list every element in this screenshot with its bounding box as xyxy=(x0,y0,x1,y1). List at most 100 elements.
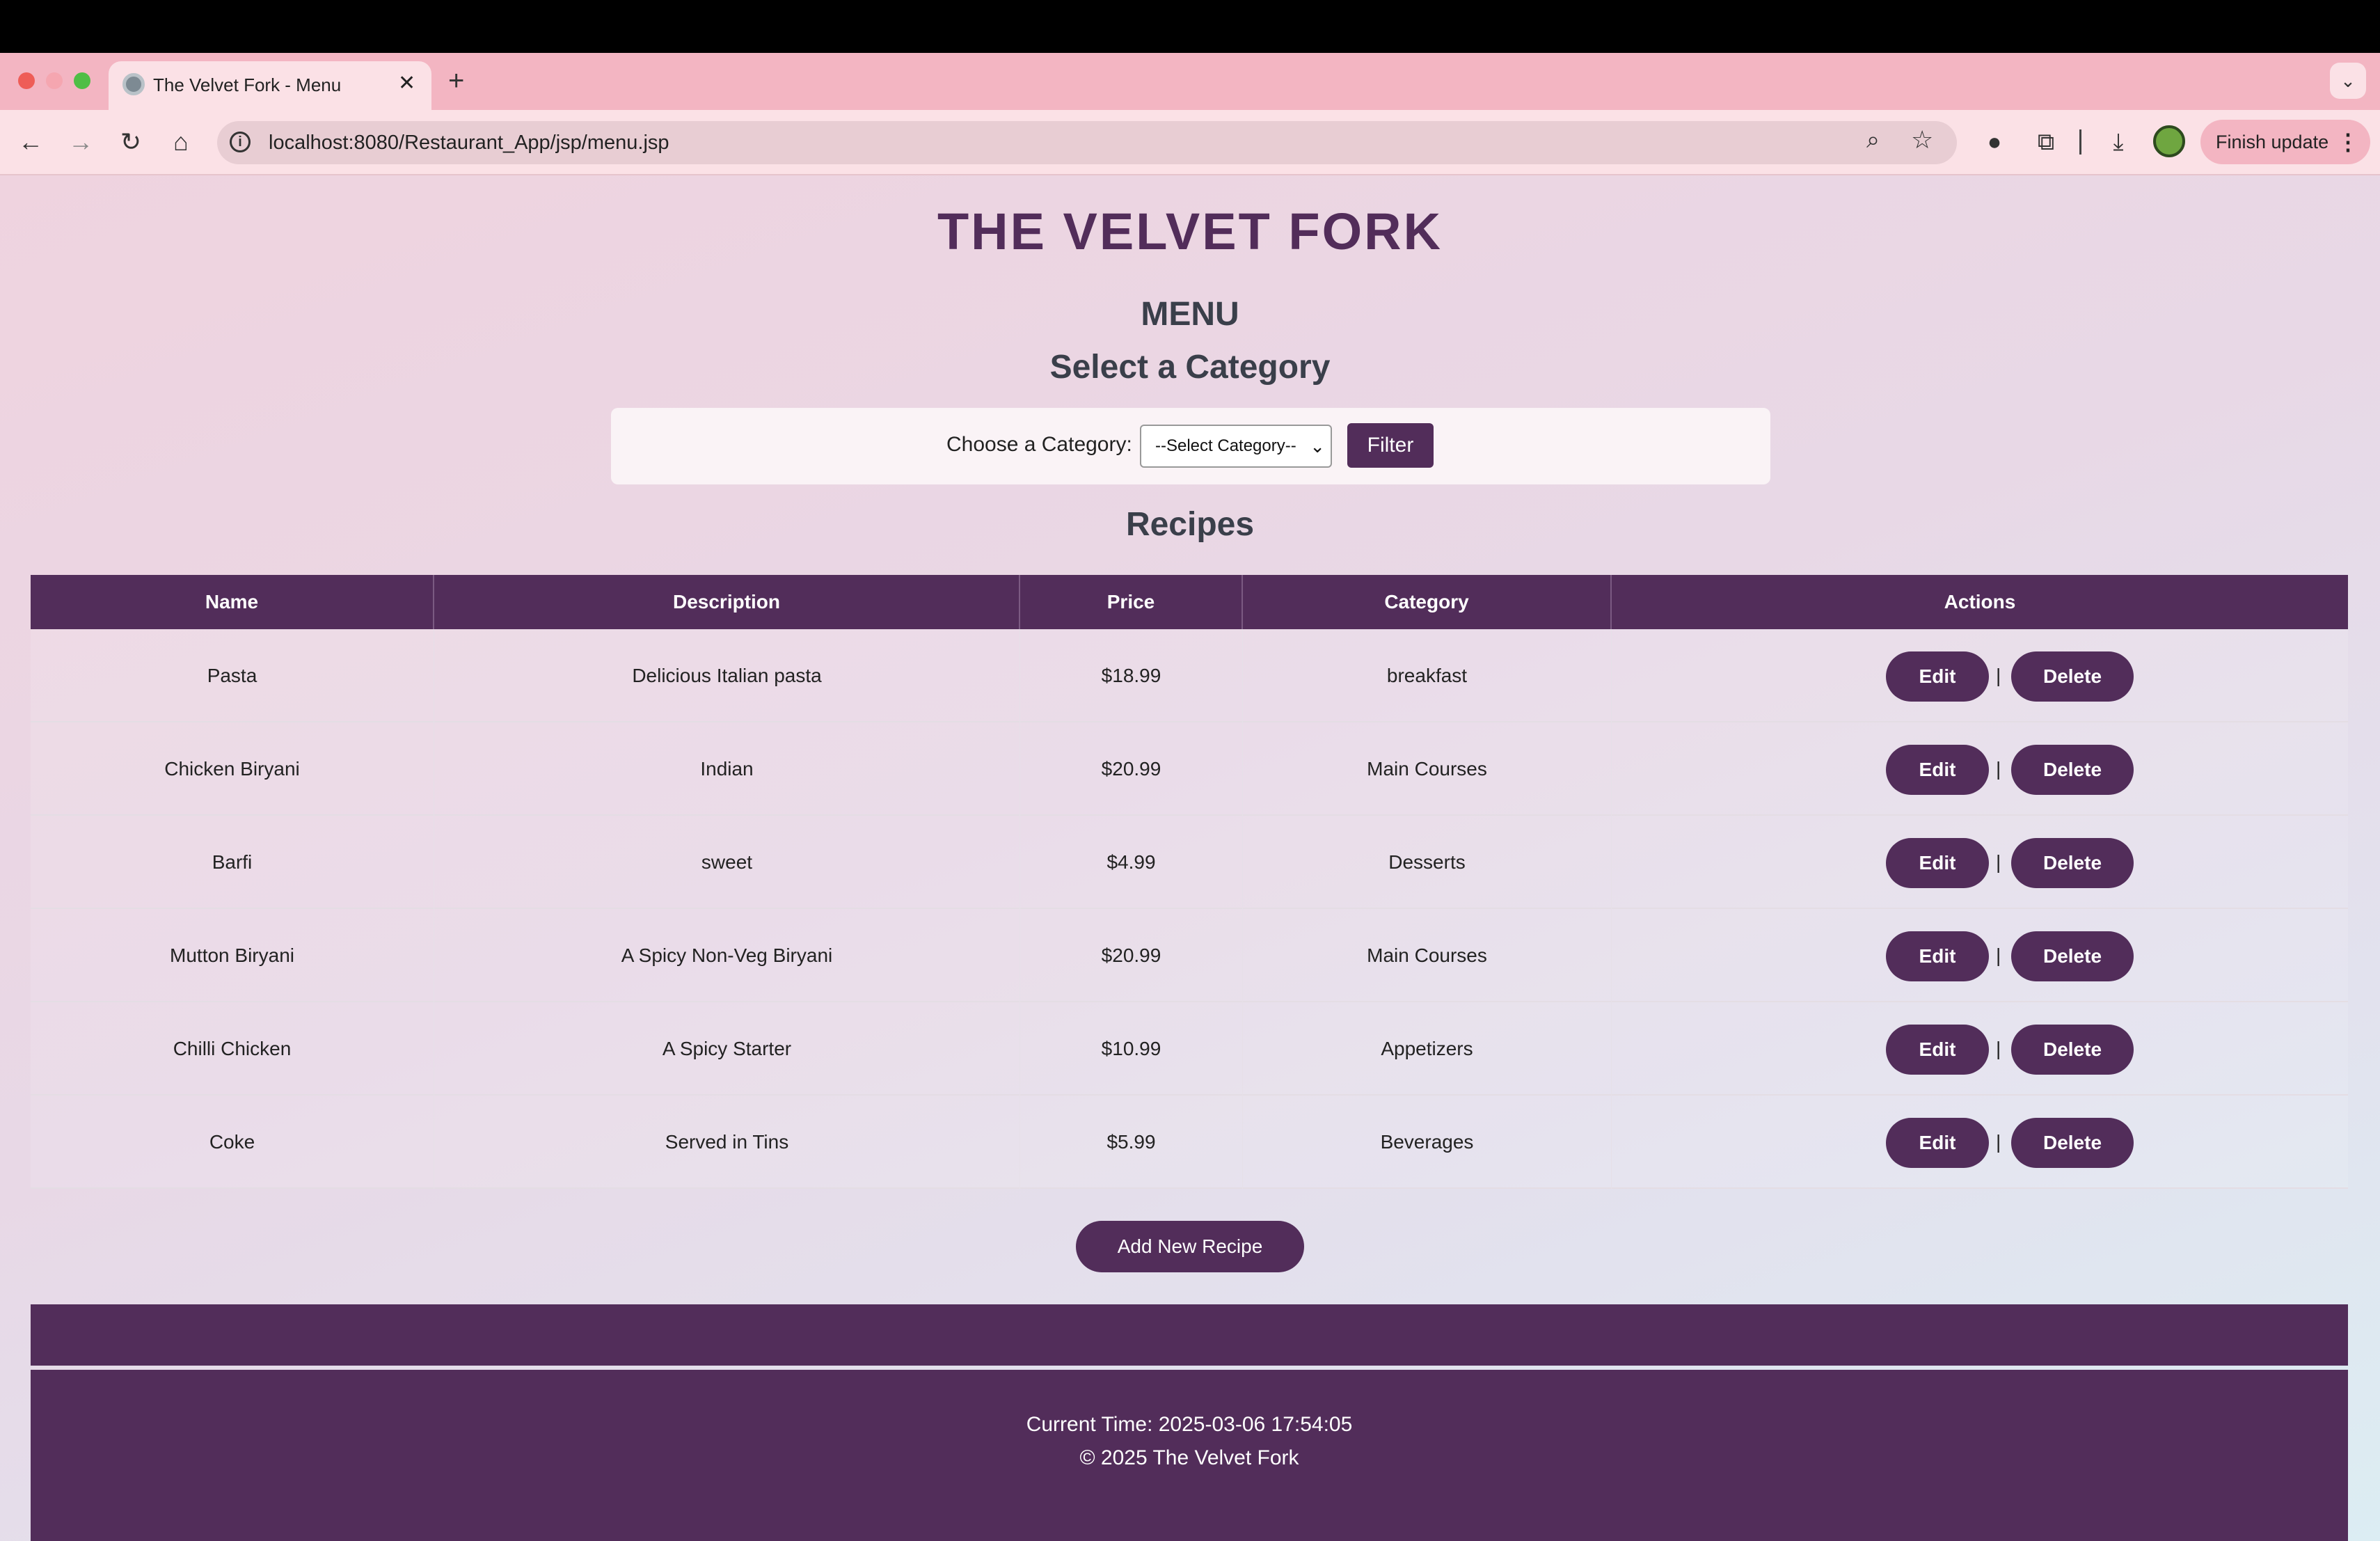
category-select[interactable]: --Select Category-- ⌄ xyxy=(1140,425,1332,468)
recipe-description: A Spicy Non-Veg Biryani xyxy=(434,909,1020,1002)
finish-update-button[interactable]: Finish update ⋮ xyxy=(2200,120,2370,164)
recipe-actions: Edit | Delete xyxy=(1612,909,2348,1002)
select-category-heading: Select a Category xyxy=(1049,349,1331,386)
recipe-price: $20.99 xyxy=(1020,722,1243,816)
recipe-name: Pasta xyxy=(31,629,434,722)
chevron-down-icon: ⌄ xyxy=(1310,436,1325,457)
recipe-price: $4.99 xyxy=(1020,816,1243,909)
menu-heading: MENU xyxy=(1141,296,1239,333)
table-row: Mutton Biryani A Spicy Non-Veg Biryani $… xyxy=(31,909,2348,1002)
filter-button[interactable]: Filter xyxy=(1347,423,1434,468)
copyright: © 2025 The Velvet Fork xyxy=(1079,1446,1299,1469)
recipe-description: Indian xyxy=(434,722,1020,816)
recipe-category: Desserts xyxy=(1243,816,1612,909)
recipe-price: $5.99 xyxy=(1020,1096,1243,1189)
site-info-icon[interactable]: i xyxy=(230,132,251,152)
table-row: Coke Served in Tins $5.99 Beverages Edit… xyxy=(31,1096,2348,1189)
edit-button[interactable]: Edit xyxy=(1886,1025,1989,1075)
tab-search-chevron-icon[interactable]: ⌄ xyxy=(2330,63,2366,99)
download-icon[interactable]: ⤓ xyxy=(2100,124,2136,160)
action-separator: | xyxy=(1996,665,2001,686)
recipe-name: Chicken Biryani xyxy=(31,722,434,816)
forward-arrow-icon[interactable]: → xyxy=(63,124,99,160)
delete-button[interactable]: Delete xyxy=(2011,651,2134,702)
column-header-price: Price xyxy=(1020,575,1243,629)
tab-title: The Velvet Fork - Menu xyxy=(153,74,342,95)
category-select-value: --Select Category-- xyxy=(1155,436,1296,455)
recipe-name: Barfi xyxy=(31,816,434,909)
recipes-table: Name Description Price Category Actions … xyxy=(31,575,2348,1189)
url-text[interactable]: localhost:8080/Restaurant_App/jsp/menu.j… xyxy=(269,132,669,155)
table-row: Barfi sweet $4.99 Desserts Edit | Delete xyxy=(31,816,2348,909)
recipe-description: Delicious Italian pasta xyxy=(434,629,1020,722)
kebab-menu-icon: ⋮ xyxy=(2337,129,2359,155)
table-header-row: Name Description Price Category Actions xyxy=(31,575,2348,629)
footer: Current Time: 2025-03-06 17:54:05 © 2025… xyxy=(31,1370,2348,1541)
current-time: Current Time: 2025-03-06 17:54:05 xyxy=(1026,1413,1353,1436)
recipe-category: Main Courses xyxy=(1243,909,1612,1002)
action-separator: | xyxy=(1996,758,2001,780)
page-content: THE VELVET FORK MENU Select a Category C… xyxy=(0,175,2380,1541)
recipe-description: sweet xyxy=(434,816,1020,909)
recipe-actions: Edit | Delete xyxy=(1612,816,2348,909)
recipe-category: Beverages xyxy=(1243,1096,1612,1189)
tab-close-icon[interactable]: ✕ xyxy=(398,71,415,96)
delete-button[interactable]: Delete xyxy=(2011,745,2134,795)
toolbar-separator xyxy=(2079,129,2081,155)
column-header-category: Category xyxy=(1243,575,1612,629)
edit-button[interactable]: Edit xyxy=(1886,651,1989,702)
recipe-category: Appetizers xyxy=(1243,1002,1612,1096)
back-arrow-icon[interactable]: ← xyxy=(13,124,49,160)
action-separator: | xyxy=(1996,945,2001,966)
recipe-category: breakfast xyxy=(1243,629,1612,722)
edit-button[interactable]: Edit xyxy=(1886,931,1989,981)
site-title: THE VELVET FORK xyxy=(937,203,1443,260)
menu-bar-area xyxy=(0,0,2380,53)
zoom-icon[interactable]: ⌕ xyxy=(1866,127,1880,154)
delete-button[interactable]: Delete xyxy=(2011,1118,2134,1168)
recipe-description: Served in Tins xyxy=(434,1096,1020,1189)
recipe-price: $20.99 xyxy=(1020,909,1243,1002)
cookie-extension-icon[interactable]: ● xyxy=(1976,124,2013,160)
close-window-button[interactable] xyxy=(18,72,35,89)
category-label: Choose a Category: xyxy=(946,433,1132,456)
recipe-actions: Edit | Delete xyxy=(1612,1002,2348,1096)
recipe-price: $10.99 xyxy=(1020,1002,1243,1096)
recipe-name: Chilli Chicken xyxy=(31,1002,434,1096)
address-bar[interactable]: i localhost:8080/Restaurant_App/jsp/menu… xyxy=(217,121,1957,164)
footer-band xyxy=(31,1304,2348,1366)
minimize-window-button[interactable] xyxy=(46,72,63,89)
delete-button[interactable]: Delete xyxy=(2011,1025,2134,1075)
recipe-actions: Edit | Delete xyxy=(1612,722,2348,816)
table-row: Chilli Chicken A Spicy Starter $10.99 Ap… xyxy=(31,1002,2348,1096)
recipe-category: Main Courses xyxy=(1243,722,1612,816)
recipe-name: Mutton Biryani xyxy=(31,909,434,1002)
home-icon[interactable]: ⌂ xyxy=(163,124,199,160)
add-new-recipe-button[interactable]: Add New Recipe xyxy=(1076,1221,1304,1272)
globe-icon xyxy=(122,73,145,95)
profile-avatar[interactable] xyxy=(2153,125,2185,157)
new-tab-button[interactable]: + xyxy=(448,61,464,100)
extensions-puzzle-icon[interactable]: ⧉ xyxy=(2028,124,2064,160)
tab-velvet-fork-menu[interactable]: The Velvet Fork - Menu ✕ xyxy=(109,61,431,110)
reload-icon[interactable]: ↻ xyxy=(113,124,149,160)
recipe-price: $18.99 xyxy=(1020,629,1243,722)
delete-button[interactable]: Delete xyxy=(2011,838,2134,888)
action-separator: | xyxy=(1996,1038,2001,1059)
recipe-actions: Edit | Delete xyxy=(1612,629,2348,722)
column-header-actions: Actions xyxy=(1944,591,2016,613)
edit-button[interactable]: Edit xyxy=(1886,745,1989,795)
delete-button[interactable]: Delete xyxy=(2011,931,2134,981)
edit-button[interactable]: Edit xyxy=(1886,1118,1989,1168)
recipe-actions: Edit | Delete xyxy=(1612,1096,2348,1189)
edit-button[interactable]: Edit xyxy=(1886,838,1989,888)
table-row: Pasta Delicious Italian pasta $18.99 bre… xyxy=(31,629,2348,722)
action-separator: | xyxy=(1996,851,2001,873)
recipe-description: A Spicy Starter xyxy=(434,1002,1020,1096)
maximize-window-button[interactable] xyxy=(74,72,90,89)
table-row: Chicken Biryani Indian $20.99 Main Cours… xyxy=(31,722,2348,816)
action-separator: | xyxy=(1996,1131,2001,1153)
category-filter-form: Choose a Category: --Select Category-- ⌄… xyxy=(611,408,1770,484)
bookmark-star-icon[interactable]: ☆ xyxy=(1911,125,1933,155)
finish-update-label: Finish update xyxy=(2216,132,2329,152)
